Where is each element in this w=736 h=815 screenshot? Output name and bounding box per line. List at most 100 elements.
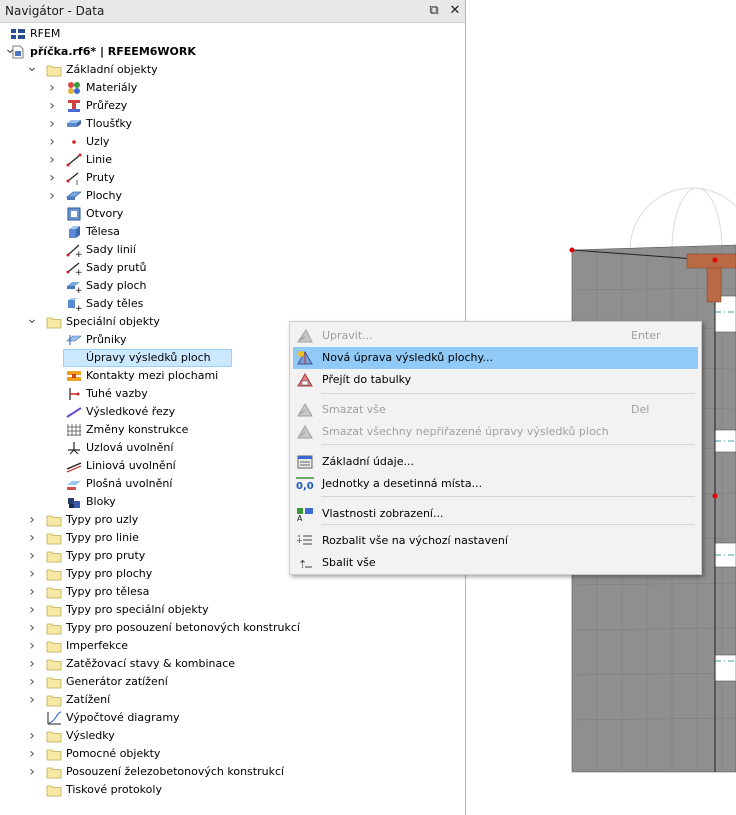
menu-item-label: Jednotky a desetinná místa...: [322, 477, 483, 490]
collapse-chevron-icon[interactable]: ⌄: [26, 60, 38, 79]
tree-item-folder[interactable]: › Výsledky: [0, 727, 465, 745]
menu-item-base-data[interactable]: Základní údaje...: [293, 451, 698, 473]
expand-chevron-icon[interactable]: ›: [46, 79, 58, 97]
menu-item-shortcut: Enter: [631, 329, 661, 342]
tree-item-label: Změny konstrukce: [86, 423, 189, 436]
surface-release-icon: [66, 477, 82, 491]
tree-item-label: Typy pro speciální objekty: [66, 603, 209, 616]
tree-item-member-set[interactable]: + Sady prutů: [0, 259, 465, 278]
tree-item-thickness[interactable]: › Tloušťky: [0, 115, 465, 133]
expand-chevron-icon[interactable]: ›: [26, 601, 38, 619]
menu-item-label: Rozbalit vše na výchozí nastavení: [322, 534, 508, 547]
expand-chevron-icon[interactable]: ›: [26, 745, 38, 763]
tree-item-surface-set[interactable]: + Sady ploch: [0, 277, 465, 296]
svg-text:I: I: [76, 179, 78, 185]
menu-separator: [321, 393, 695, 394]
expand-chevron-icon[interactable]: ›: [46, 97, 58, 115]
tree-item-opening[interactable]: Otvory: [0, 205, 465, 223]
tree-item-folder[interactable]: › Pomocné objekty: [0, 745, 465, 763]
tree-item-rfem-flag[interactable]: RFEM: [0, 25, 465, 43]
expand-chevron-icon[interactable]: ›: [26, 565, 38, 583]
menu-item-edit[interactable]: Upravit... Enter: [293, 325, 698, 347]
menu-item-display-properties[interactable]: A Vlastnosti zobrazení...: [293, 503, 698, 525]
expand-chevron-icon[interactable]: ›: [26, 673, 38, 691]
tree-item-folder[interactable]: › Typy pro posouzení betonových konstrukc…: [0, 619, 465, 637]
menu-item-new-result-adjustment[interactable]: Nová úprava výsledků plochy...: [293, 347, 698, 369]
expand-chevron-icon[interactable]: ›: [26, 763, 38, 781]
tree-item-folder[interactable]: › Imperfekce: [0, 637, 465, 655]
tree-item-surface[interactable]: › Plochy: [0, 187, 465, 205]
member-set-icon: +: [66, 261, 83, 278]
folder-icon: [46, 639, 62, 653]
tree-item-solid-set[interactable]: + Sady těles: [0, 295, 465, 314]
folder-icon: [46, 657, 62, 671]
tree-item-folder[interactable]: ⌄ Základní objekty: [0, 60, 465, 79]
expand-chevron-icon[interactable]: ›: [46, 187, 58, 205]
tree-item-label: Pomocné objekty: [66, 747, 161, 760]
tree-item-line[interactable]: › Linie: [0, 151, 465, 169]
expand-chevron-icon[interactable]: ›: [46, 115, 58, 133]
tree-item-folder[interactable]: › Zatěžovací stavy & kombinace: [0, 655, 465, 673]
expand-chevron-icon[interactable]: ›: [26, 547, 38, 565]
close-icon[interactable]: ✕: [446, 2, 464, 19]
surface-contact-icon: [66, 369, 82, 383]
expand-chevron-icon[interactable]: ›: [26, 529, 38, 547]
tree-item-label: Materiály: [86, 81, 138, 94]
menu-item-label: Základní údaje...: [322, 455, 414, 468]
svg-text:⇡: ⇡: [298, 558, 307, 571]
expand-chevron-icon[interactable]: ›: [46, 151, 58, 169]
menu-item-collapse-all[interactable]: ⇡ Sbalit vše: [293, 552, 698, 574]
tree-item-line-set[interactable]: + Sady linií: [0, 241, 465, 260]
node-icon: [66, 135, 82, 149]
svg-text:+: +: [75, 286, 82, 293]
expand-chevron-icon[interactable]: ›: [26, 511, 38, 529]
tree-item-folder[interactable]: › Typy pro tělesa: [0, 583, 465, 601]
blocks-icon: [66, 495, 82, 509]
tree-item-solid[interactable]: Tělesa: [0, 223, 465, 241]
tree-item-label: Linie: [86, 153, 112, 166]
svg-text:+: +: [296, 536, 303, 545]
menu-item-label: Smazat vše: [322, 403, 386, 416]
navigator-title-bar: Navigátor - Data ⧉ ✕: [0, 0, 465, 23]
expand-chevron-icon[interactable]: ›: [26, 691, 38, 709]
menu-item-shortcut: Del: [631, 403, 650, 416]
expand-chevron-icon[interactable]: ›: [26, 727, 38, 745]
menu-item-go-to-table[interactable]: Přejít do tabulky: [293, 369, 698, 391]
menu-item-units[interactable]: 0,00 Jednotky a desetinná místa...: [293, 473, 698, 495]
menu-item-expand-all[interactable]: + Rozbalit vše na výchozí nastavení: [293, 530, 698, 552]
tree-item-label: Zatížení: [66, 693, 111, 706]
pin-icon[interactable]: ⧉: [425, 2, 443, 19]
folder-icon: [46, 693, 62, 707]
tree-item-folder[interactable]: › Posouzení železobetonových konstrukcí: [0, 763, 465, 781]
go-to-table-icon: [296, 372, 314, 388]
menu-item-delete-all[interactable]: Smazat vše Del: [293, 399, 698, 421]
tree-item-folder[interactable]: Tiskové protokoly: [0, 781, 465, 799]
base-data-icon: [296, 454, 314, 470]
delete-unassigned-icon: [296, 424, 314, 440]
tree-item-diagram[interactable]: Výpočtové diagramy: [0, 709, 465, 727]
edit-icon: [296, 328, 314, 344]
tree-item-folder[interactable]: › Zatížení: [0, 691, 465, 709]
expand-chevron-icon[interactable]: ›: [46, 169, 58, 187]
tree-item-label: Průřezy: [86, 99, 128, 112]
surface-set-icon: +: [66, 279, 83, 296]
expand-chevron-icon[interactable]: ›: [26, 619, 38, 637]
tree-item-label: Liniová uvolnění: [86, 459, 176, 472]
tree-item-label: Typy pro posouzení betonových konstrukcí: [66, 621, 300, 634]
menu-item-delete-unassigned[interactable]: Smazat všechny nepřiřazené úpravy výsled…: [293, 421, 698, 443]
tree-item-label: Uzly: [86, 135, 110, 148]
collapse-chevron-icon[interactable]: ⌄: [26, 312, 38, 331]
expand-chevron-icon[interactable]: ›: [26, 637, 38, 655]
tree-item-model-file[interactable]: ⌄ příčka.rf6* | RFEEM6WORK: [0, 42, 465, 61]
tree-item-materials[interactable]: › Materiály: [0, 79, 465, 97]
expand-chevron-icon[interactable]: ›: [46, 133, 58, 151]
tree-item-folder[interactable]: › Generátor zatížení: [0, 673, 465, 691]
tree-item-node[interactable]: › Uzly: [0, 133, 465, 151]
tree-item-folder[interactable]: › Typy pro speciální objekty: [0, 601, 465, 619]
folder-icon: [46, 567, 62, 581]
expand-chevron-icon[interactable]: ›: [26, 655, 38, 673]
tree-item-member[interactable]: › I Pruty: [0, 169, 465, 187]
expand-chevron-icon[interactable]: ›: [26, 583, 38, 601]
tree-item-sections[interactable]: › Průřezy: [0, 97, 465, 115]
tree-item-label: Typy pro pruty: [66, 549, 146, 562]
